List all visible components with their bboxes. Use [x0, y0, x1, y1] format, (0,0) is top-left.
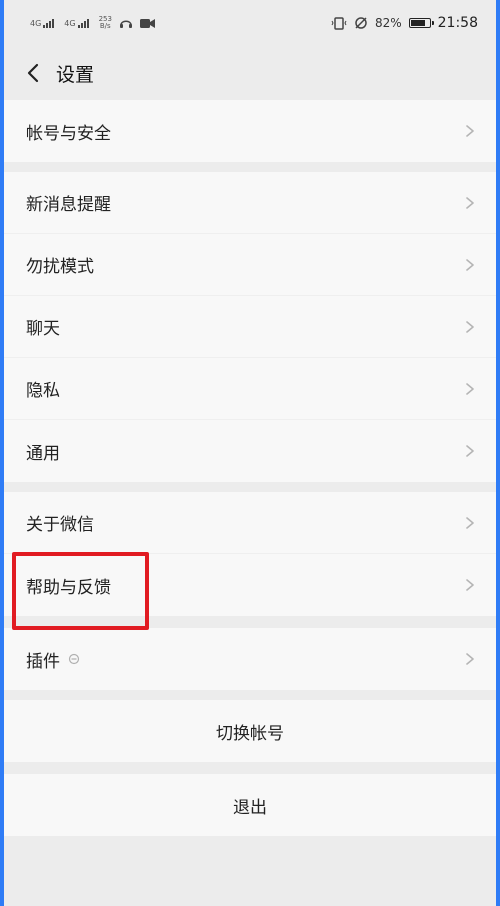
- account-section: 帐号与安全: [4, 100, 496, 162]
- settings-item-chat[interactable]: 聊天: [4, 296, 496, 358]
- battery-percentage: 82%: [374, 16, 402, 30]
- row-left: 新消息提醒: [26, 190, 111, 215]
- switch-account-label: 切换帐号: [216, 723, 284, 744]
- settings-item-label: 帐号与安全: [26, 123, 111, 144]
- plugins-section: 插件: [4, 628, 496, 690]
- settings-item-privacy[interactable]: 隐私: [4, 358, 496, 420]
- chevron-left-icon: [27, 63, 39, 83]
- settings-item-label: 聊天: [26, 319, 60, 339]
- row-left: 帮助与反馈: [26, 573, 111, 598]
- signal-icon-1: 4G: [30, 18, 57, 28]
- general-section: 新消息提醒 勿扰模式 聊天 隐私 通用: [4, 172, 496, 482]
- settings-item-label: 新消息提醒: [26, 195, 111, 215]
- settings-item-general[interactable]: 通用: [4, 420, 496, 482]
- page-header: 设置: [4, 46, 496, 100]
- settings-item-about-wechat[interactable]: 关于微信: [4, 492, 496, 554]
- signal-label-2: 4G: [64, 19, 76, 28]
- chevron-right-icon: [464, 579, 476, 591]
- bottom-fill: [4, 836, 496, 894]
- chevron-right-icon: [464, 382, 476, 395]
- network-speed: 253 B/s: [99, 16, 112, 30]
- row-left: 关于微信: [26, 510, 94, 535]
- settings-item-label: 帮助与反馈: [26, 577, 111, 598]
- signal-bars-icon-1: [43, 19, 55, 28]
- video-icon: [139, 18, 155, 28]
- alarm-muted-icon: [355, 17, 367, 29]
- signal-bars-icon-2: [77, 19, 89, 28]
- settings-item-label: 通用: [26, 443, 60, 464]
- plugin-icon: [68, 653, 80, 665]
- chevron-right-icon: [464, 196, 476, 209]
- settings-item-label: 勿扰模式: [26, 257, 94, 277]
- logout-label: 退出: [233, 797, 267, 818]
- back-button[interactable]: [20, 60, 46, 86]
- settings-item-label: 插件: [26, 651, 60, 672]
- chevron-right-icon: [464, 445, 476, 457]
- chevron-right-icon: [464, 320, 476, 333]
- chevron-right-icon: [464, 125, 476, 137]
- row-left: 插件: [26, 647, 80, 672]
- row-left: 勿扰模式: [26, 252, 94, 277]
- vibrate-icon: [331, 16, 347, 30]
- signal-icon-2: 4G: [64, 18, 91, 28]
- settings-item-help-feedback[interactable]: 帮助与反馈: [4, 554, 496, 616]
- chevron-right-icon: [464, 516, 476, 529]
- status-time: 21:58: [437, 15, 478, 31]
- switch-account-button[interactable]: 切换帐号: [4, 700, 496, 762]
- row-left: 聊天: [26, 314, 60, 339]
- chevron-right-icon: [464, 258, 476, 271]
- status-right: 82% 21:58: [331, 15, 478, 31]
- signal-label-1: 4G: [30, 19, 42, 28]
- row-left: 通用: [26, 439, 60, 464]
- settings-item-plugins[interactable]: 插件: [4, 628, 496, 690]
- about-section: 关于微信 帮助与反馈: [4, 492, 496, 616]
- row-left: 帐号与安全: [26, 119, 111, 144]
- settings-item-label: 关于微信: [26, 515, 94, 535]
- settings-item-account-security[interactable]: 帐号与安全: [4, 100, 496, 162]
- chevron-right-icon: [464, 653, 476, 665]
- settings-item-label: 隐私: [26, 381, 60, 401]
- network-speed-unit: B/s: [99, 22, 111, 30]
- logout-button[interactable]: 退出: [4, 774, 496, 836]
- settings-item-do-not-disturb[interactable]: 勿扰模式: [4, 234, 496, 296]
- battery-icon: [408, 18, 434, 28]
- settings-item-new-message-notification[interactable]: 新消息提醒: [4, 172, 496, 234]
- headset-icon: [119, 20, 132, 28]
- page-title: 设置: [56, 63, 95, 86]
- status-bar: 4G 4G 253 B/s 82% 21:58: [4, 0, 496, 46]
- status-left: 4G 4G 253 B/s: [30, 16, 156, 30]
- row-left: 隐私: [26, 376, 60, 401]
- phone-frame: 4G 4G 253 B/s 82% 21:58 设置 帐号与安全 新消息提醒 勿…: [0, 0, 500, 906]
